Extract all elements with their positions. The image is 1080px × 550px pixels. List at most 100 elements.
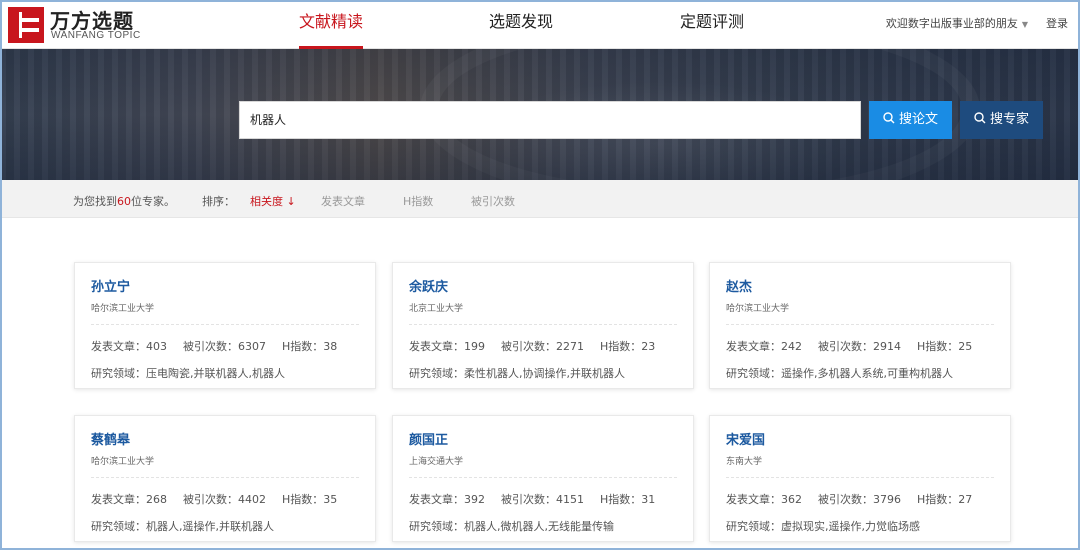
expert-stats: 发表文章：199 被引次数：2271 H指数：23	[409, 338, 671, 354]
papers-count: 242	[781, 340, 802, 353]
papers-stat: 发表文章：268	[91, 493, 167, 506]
arrow-down-icon: ↓	[286, 195, 296, 208]
h-index-stat: H指数：23	[600, 340, 656, 353]
brand-name-en: WANFANG TOPIC	[51, 30, 141, 41]
result-toolbar: 为您找到60位专家。 排序： 相关度 ↓ 发表文章 H指数 被引次数	[0, 180, 1080, 218]
card-divider	[409, 477, 677, 478]
research-fields-value: 虚拟现实,遥操作,力觉临场感	[781, 520, 920, 533]
h-index-value: 38	[323, 340, 338, 353]
papers-count: 392	[464, 493, 485, 506]
h-index-value: 35	[323, 493, 338, 506]
card-divider	[91, 324, 359, 325]
result-count: 为您找到60位专家。	[73, 195, 175, 208]
top-header: 万方选题 WANFANG TOPIC 文献精读 选题发现 定题评测 欢迎数字出版…	[0, 0, 1080, 49]
papers-stat: 发表文章：242	[726, 340, 802, 353]
citations-count: 4151	[556, 493, 584, 506]
sort-papers[interactable]: 发表文章	[321, 193, 365, 209]
sort-citations[interactable]: 被引次数	[471, 193, 515, 209]
tab-literature-reading[interactable]: 文献精读	[299, 0, 363, 49]
card-divider	[409, 324, 677, 325]
expert-card[interactable]: 赵杰哈尔滨工业大学发表文章：242 被引次数：2914 H指数：25 研究领域：遥操作…	[709, 262, 1011, 389]
h-index-stat: H指数：35	[282, 493, 338, 506]
expert-name[interactable]: 余跃庆	[409, 276, 448, 295]
sort-h-index[interactable]: H指数	[403, 193, 433, 209]
expert-stats: 发表文章：392 被引次数：4151 H指数：31	[409, 491, 671, 507]
citations-stat: 被引次数：4402	[183, 493, 266, 506]
expert-stats: 发表文章：362 被引次数：3796 H指数：27	[726, 491, 988, 507]
expert-stats: 发表文章：403 被引次数：6307 H指数：38	[91, 338, 353, 354]
h-index-value: 23	[641, 340, 656, 353]
h-index-stat: H指数：31	[600, 493, 656, 506]
research-fields-value: 机器人,微机器人,无线能量传输	[464, 520, 614, 533]
expert-card[interactable]: 宋爱国东南大学发表文章：362 被引次数：3796 H指数：27 研究领域：虚拟现实,…	[709, 415, 1011, 542]
citations-stat: 被引次数：3796	[818, 493, 901, 506]
chevron-down-icon: ▼	[1021, 20, 1028, 29]
expert-card[interactable]: 余跃庆 北京工业大学 发表文章：199 被引次数：2271 H指数：23 研究领域：柔性机…	[392, 262, 694, 389]
research-fields: 研究领域：遥操作,多机器人系统,可重构机器人	[726, 367, 953, 380]
papers-count: 199	[464, 340, 485, 353]
search-icon	[974, 112, 986, 124]
expert-name[interactable]: 孙立宁	[91, 276, 130, 295]
research-fields-value: 柔性机器人,协调操作,并联机器人	[464, 367, 625, 380]
citations-count: 2271	[556, 340, 584, 353]
h-index-stat: H指数：25	[917, 340, 973, 353]
h-index-stat: H指数：27	[917, 493, 973, 506]
citations-stat: 被引次数：4151	[501, 493, 584, 506]
expert-stats: 发表文章：242 被引次数：2914 H指数：25	[726, 338, 988, 354]
tab-topic-evaluation[interactable]: 定题评测	[680, 0, 744, 49]
research-fields: 研究领域：压电陶瓷,并联机器人,机器人	[91, 367, 285, 380]
expert-card[interactable]: 蔡鹤皋哈尔滨工业大学发表文章：268 被引次数：4402 H指数：35 研究领域：机器…	[74, 415, 376, 542]
search-experts-label: 搜专家	[989, 112, 1029, 127]
expert-affiliation: 北京工业大学	[409, 304, 464, 314]
papers-stat: 发表文章：392	[409, 493, 485, 506]
search-papers-label: 搜论文	[898, 112, 938, 127]
citations-count: 3796	[873, 493, 901, 506]
citations-count: 2914	[873, 340, 901, 353]
search-banner: 机器人 搜论文 搜专家	[0, 49, 1080, 180]
citations-stat: 被引次数：2914	[818, 340, 901, 353]
papers-count: 362	[781, 493, 802, 506]
search-input[interactable]: 机器人	[239, 101, 861, 139]
search-experts-button[interactable]: 搜专家	[960, 101, 1043, 139]
search-papers-button[interactable]: 搜论文	[869, 101, 952, 139]
citations-stat: 被引次数：2271	[501, 340, 584, 353]
card-divider	[91, 477, 359, 478]
expert-affiliation: 哈尔滨工业大学	[726, 304, 790, 314]
logo-mark-icon	[8, 7, 44, 43]
expert-name[interactable]: 蔡鹤皋	[91, 429, 130, 448]
citations-count: 4402	[238, 493, 266, 506]
user-menu[interactable]: 欢迎数字出版事业部的朋友 ▼	[886, 15, 1028, 31]
login-link[interactable]: 登录	[1046, 15, 1068, 31]
expert-name[interactable]: 颜国正	[409, 429, 448, 448]
research-fields: 研究领域：机器人,遥操作,并联机器人	[91, 520, 274, 533]
citations-count: 6307	[238, 340, 266, 353]
result-count-number: 60	[117, 195, 131, 208]
papers-stat: 发表文章：403	[91, 340, 167, 353]
welcome-text: 欢迎数字出版事业部的朋友	[885, 17, 1018, 30]
research-fields: 研究领域：虚拟现实,遥操作,力觉临场感	[726, 520, 920, 533]
expert-affiliation: 哈尔滨工业大学	[91, 457, 155, 467]
research-fields-value: 机器人,遥操作,并联机器人	[146, 520, 274, 533]
h-index-value: 31	[641, 493, 656, 506]
expert-name[interactable]: 赵杰	[726, 276, 752, 295]
card-divider	[726, 324, 994, 325]
expert-affiliation: 东南大学	[726, 457, 763, 467]
expert-card[interactable]: 孙立宁 哈尔滨工业大学 发表文章：403 被引次数：6307 H指数：38 研究领域：压电…	[74, 262, 376, 389]
h-index-value: 27	[958, 493, 973, 506]
research-fields: 研究领域：柔性机器人,协调操作,并联机器人	[409, 367, 625, 380]
sort-label: 排序：	[202, 195, 235, 208]
brand-logo[interactable]: 万方选题 WANFANG TOPIC	[8, 6, 158, 44]
research-fields-value: 遥操作,多机器人系统,可重构机器人	[781, 367, 953, 380]
expert-name[interactable]: 宋爱国	[726, 429, 765, 448]
sort-relevance[interactable]: 相关度 ↓	[250, 193, 296, 209]
papers-count: 268	[146, 493, 167, 506]
research-fields: 研究领域：机器人,微机器人,无线能量传输	[409, 520, 614, 533]
research-fields-value: 压电陶瓷,并联机器人,机器人	[146, 367, 285, 380]
search-icon	[883, 112, 895, 124]
expert-affiliation: 上海交通大学	[409, 457, 464, 467]
tab-topic-discovery[interactable]: 选题发现	[489, 0, 553, 49]
citations-stat: 被引次数：6307	[183, 340, 266, 353]
expert-card[interactable]: 颜国正上海交通大学发表文章：392 被引次数：4151 H指数：31 研究领域：机器人…	[392, 415, 694, 542]
papers-stat: 发表文章：362	[726, 493, 802, 506]
expert-stats: 发表文章：268 被引次数：4402 H指数：35	[91, 491, 353, 507]
